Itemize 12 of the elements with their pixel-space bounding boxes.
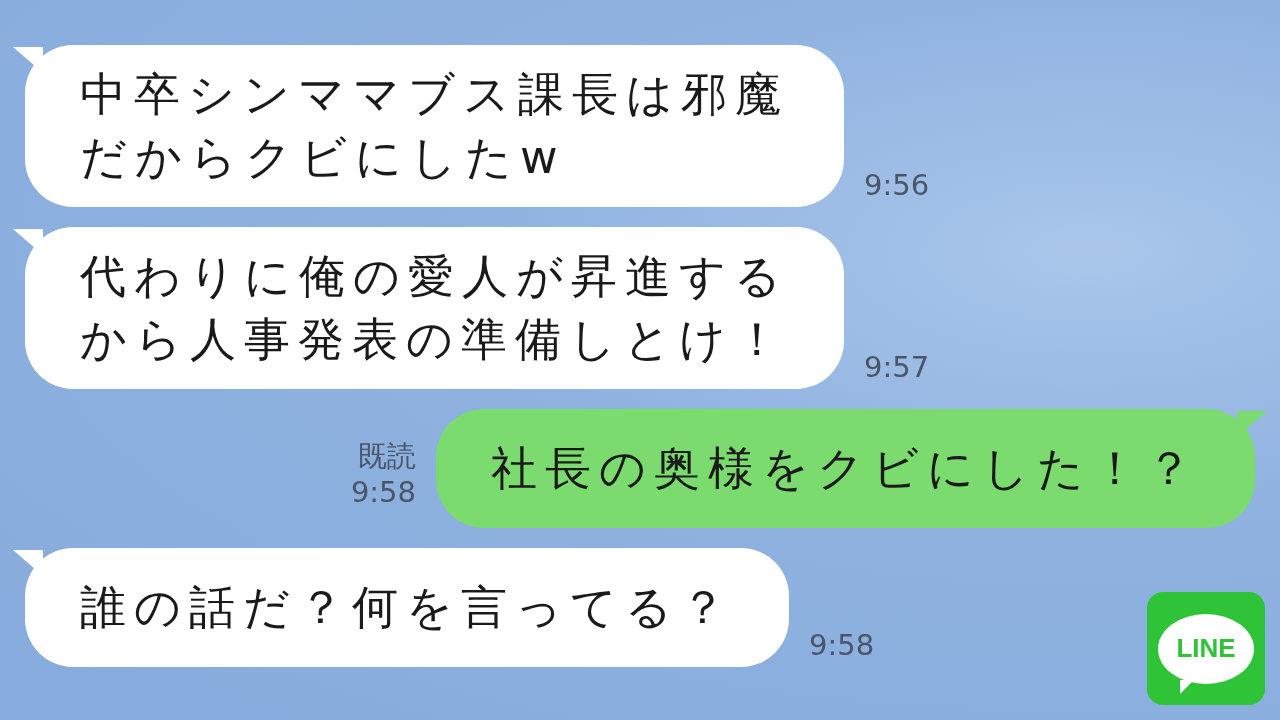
logo-text: LINE — [1176, 633, 1236, 664]
read-receipt: 既読 — [358, 438, 416, 474]
message-text: 中卒シンママブス課長は邪魔 — [80, 66, 789, 123]
message-time: 9:57 — [864, 349, 930, 385]
message-time: 9:58 — [350, 474, 416, 510]
message-text: から人事発表の準備しとけ！ — [80, 311, 789, 368]
message-text: 代わりに俺の愛人が昇進する — [80, 248, 789, 305]
message-text: 誰の話だ？何を言ってる？ — [80, 579, 734, 636]
message-time: 9:56 — [864, 167, 930, 203]
message-text: 社長の奥様をクビにした！？ — [491, 440, 1200, 497]
message-time: 9:58 — [809, 627, 875, 663]
message-text: だからクビにしたw — [80, 129, 567, 186]
